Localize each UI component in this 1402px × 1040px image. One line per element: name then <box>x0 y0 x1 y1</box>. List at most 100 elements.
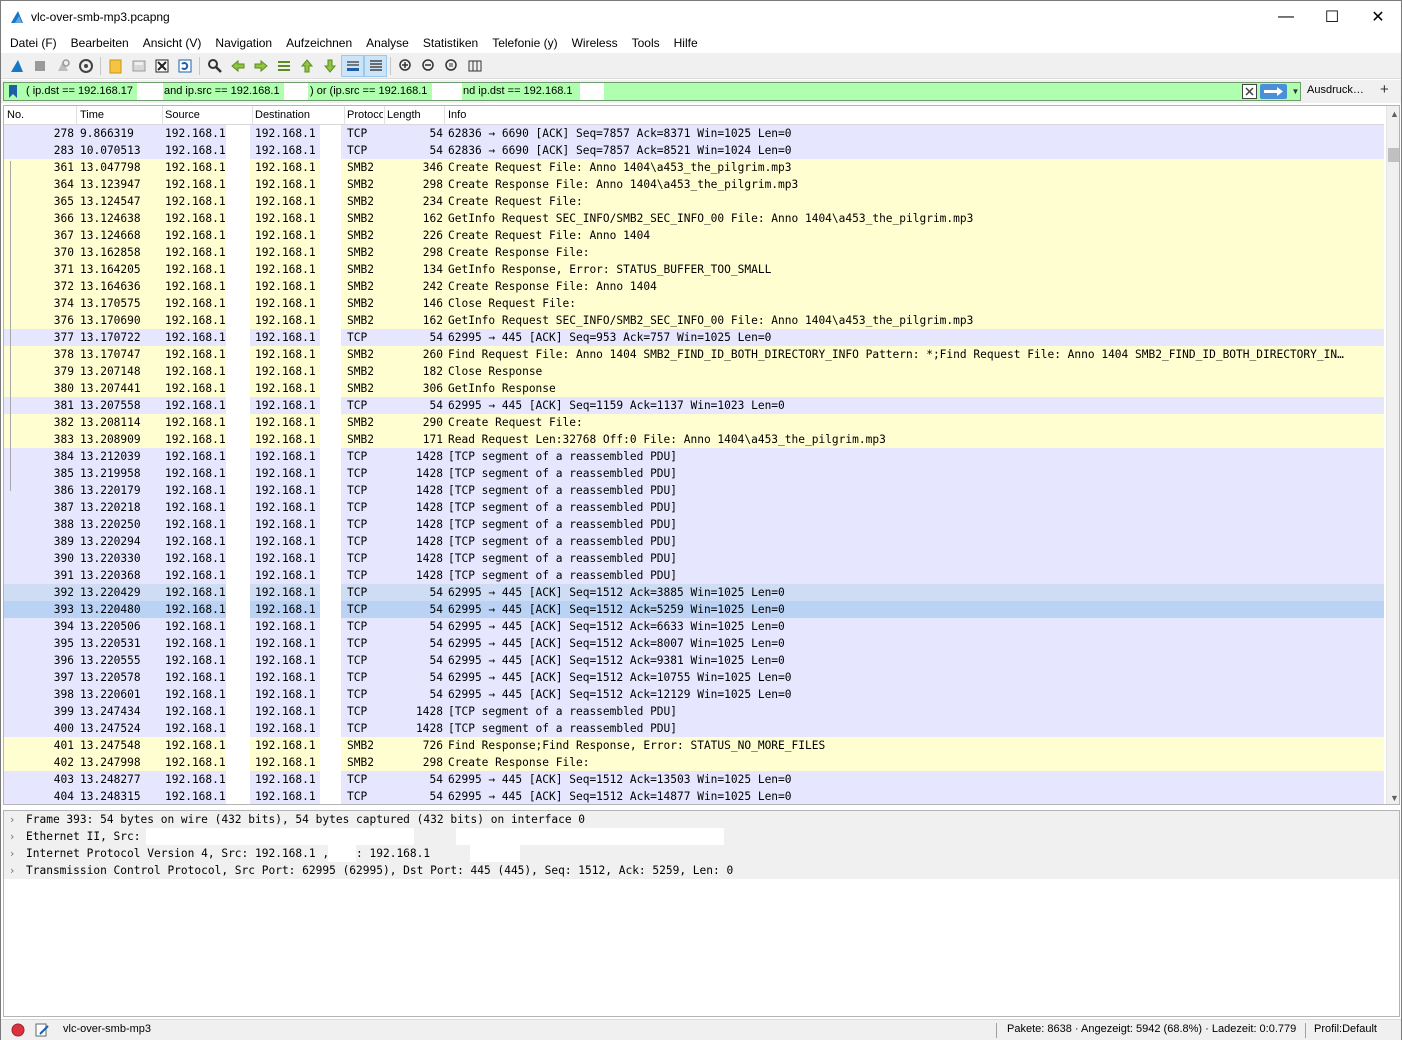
scroll-down-icon[interactable]: ▼ <box>1387 790 1399 804</box>
table-row[interactable]: 381 13.207558 192.168.1 192.168.1 TCP 54 62995… <box>4 397 1384 414</box>
table-row[interactable]: 404 13.248315 192.168.1 192.168.1 TCP 54 62995… <box>4 788 1384 804</box>
table-row[interactable]: 388 13.220250 192.168.1 192.168.1 TCP 1428 [TC… <box>4 516 1384 533</box>
restart-icon[interactable] <box>51 55 74 77</box>
table-row[interactable]: 400 13.247524 192.168.1 192.168.1 TCP 1428 [TC… <box>4 720 1384 737</box>
table-row[interactable]: 401 13.247548 192.168.1 192.168.1 SMB2 726 Fin… <box>4 737 1384 754</box>
table-row[interactable]: 366 13.124638 192.168.1 192.168.1 SMB2 162 Get… <box>4 210 1384 227</box>
table-row[interactable]: 380 13.207441 192.168.1 192.168.1 SMB2 306 Get… <box>4 380 1384 397</box>
table-row[interactable]: 399 13.247434 192.168.1 192.168.1 TCP 1428 [TC… <box>4 703 1384 720</box>
table-row[interactable]: 371 13.164205 192.168.1 192.168.1 SMB2 134 Get… <box>4 261 1384 278</box>
expand-arrow-icon[interactable]: › <box>10 845 14 862</box>
table-row[interactable]: 370 13.162858 192.168.1 192.168.1 SMB2 298 Cre… <box>4 244 1384 261</box>
packet-details-pane[interactable]: › Frame 393: 54 bytes on wire (432 bits)… <box>3 810 1400 1017</box>
status-profile[interactable]: Profil:Default <box>1314 1023 1377 1035</box>
clear-filter-icon[interactable] <box>1242 84 1257 99</box>
table-row[interactable]: 382 13.208114 192.168.1 192.168.1 SMB2 290 Cre… <box>4 414 1384 431</box>
table-row[interactable]: 372 13.164636 192.168.1 192.168.1 SMB2 242 Cre… <box>4 278 1384 295</box>
detail-row-ip[interactable]: › Internet Protocol Version 4, Src: 192.… <box>4 845 1399 862</box>
apply-filter-arrow-icon[interactable] <box>1260 84 1287 99</box>
table-row[interactable]: 389 13.220294 192.168.1 192.168.1 TCP 1428 [TC… <box>4 533 1384 550</box>
expand-arrow-icon[interactable]: › <box>10 811 14 828</box>
table-row[interactable]: 384 13.212039 192.168.1 192.168.1 TCP 1428 [TC… <box>4 448 1384 465</box>
table-row[interactable]: 387 13.220218 192.168.1 192.168.1 TCP 1428 [TC… <box>4 499 1384 516</box>
table-row[interactable]: 283 10.070513 192.168.1 192.168.1 TCP 54 62836… <box>4 142 1384 159</box>
zoom-normal-icon[interactable] <box>440 55 463 77</box>
display-filter-input[interactable]: ( ip.dst == 192.168.17 and ip.src == 192… <box>3 82 1301 101</box>
column-header-no[interactable]: No. <box>7 109 24 121</box>
detail-row-tcp[interactable]: › Transmission Control Protocol, Src Por… <box>4 862 1399 879</box>
menu-bearbeiten[interactable]: Bearbeiten <box>64 36 136 50</box>
table-row[interactable]: 376 13.170690 192.168.1 192.168.1 SMB2 162 Get… <box>4 312 1384 329</box>
resize-columns-icon[interactable] <box>463 55 486 77</box>
menu-statistiken[interactable]: Statistiken <box>416 36 485 50</box>
menu-analyse[interactable]: Analyse <box>359 36 416 50</box>
menu-tools[interactable]: Tools <box>625 36 667 50</box>
add-filter-button[interactable]: + <box>1380 81 1389 98</box>
zoom-in-icon[interactable] <box>394 55 417 77</box>
menu-ansicht[interactable]: Ansicht (V) <box>136 36 209 50</box>
options-icon[interactable] <box>74 55 97 77</box>
column-header-protocol[interactable]: Protocol <box>347 109 383 121</box>
table-row[interactable]: 391 13.220368 192.168.1 192.168.1 TCP 1428 [TC… <box>4 567 1384 584</box>
go-back-icon[interactable] <box>226 55 249 77</box>
open-file-icon[interactable] <box>104 55 127 77</box>
table-row[interactable]: 378 13.170747 192.168.1 192.168.1 SMB2 260 Fin… <box>4 346 1384 363</box>
go-forward-icon[interactable] <box>249 55 272 77</box>
table-row[interactable]: 365 13.124547 192.168.1 192.168.1 SMB2 234 Cre… <box>4 193 1384 210</box>
menu-telefonie[interactable]: Telefonie (y) <box>485 36 564 50</box>
table-row[interactable]: 364 13.123947 192.168.1 192.168.1 SMB2 298 Cre… <box>4 176 1384 193</box>
packet-list-scrollbar[interactable]: ▲ ▼ <box>1386 106 1399 804</box>
column-header-source[interactable]: Source <box>165 109 200 121</box>
stop-icon[interactable] <box>28 55 51 77</box>
filter-history-dropdown-icon[interactable]: ▼ <box>1290 84 1301 99</box>
table-row[interactable]: 393 13.220480 192.168.1 192.168.1 TCP 54 62995… <box>4 601 1384 618</box>
column-header-length[interactable]: Length <box>387 109 421 121</box>
scroll-thumb[interactable] <box>1388 148 1399 162</box>
autoscroll-icon[interactable] <box>341 54 364 77</box>
bookmark-icon[interactable] <box>8 85 18 98</box>
table-row[interactable]: 385 13.219958 192.168.1 192.168.1 TCP 1428 [TC… <box>4 465 1384 482</box>
table-row[interactable]: 394 13.220506 192.168.1 192.168.1 TCP 54 62995… <box>4 618 1384 635</box>
maximize-button[interactable]: ☐ <box>1309 1 1355 32</box>
column-header-info[interactable]: Info <box>448 109 466 121</box>
scroll-up-icon[interactable]: ▲ <box>1387 106 1399 121</box>
table-row[interactable]: 395 13.220531 192.168.1 192.168.1 TCP 54 62995… <box>4 635 1384 652</box>
detail-row-frame[interactable]: › Frame 393: 54 bytes on wire (432 bits)… <box>4 811 1399 828</box>
table-row[interactable]: 392 13.220429 192.168.1 192.168.1 TCP 54 62995… <box>4 584 1384 601</box>
close-file-icon[interactable] <box>150 55 173 77</box>
close-button[interactable]: ✕ <box>1355 1 1401 32</box>
table-row[interactable]: 361 13.047798 192.168.1 192.168.1 SMB2 346 Cre… <box>4 159 1384 176</box>
table-row[interactable]: 397 13.220578 192.168.1 192.168.1 TCP 54 62995… <box>4 669 1384 686</box>
first-packet-icon[interactable] <box>295 55 318 77</box>
expression-button[interactable]: Ausdruck… <box>1307 84 1364 96</box>
table-row[interactable]: 398 13.220601 192.168.1 192.168.1 TCP 54 62995… <box>4 686 1384 703</box>
go-to-packet-icon[interactable] <box>272 55 295 77</box>
expand-arrow-icon[interactable]: › <box>10 828 14 845</box>
minimize-button[interactable]: — <box>1263 1 1309 32</box>
table-row[interactable]: 396 13.220555 192.168.1 192.168.1 TCP 54 62995… <box>4 652 1384 669</box>
colorize-icon[interactable] <box>364 54 387 77</box>
zoom-out-icon[interactable] <box>417 55 440 77</box>
table-row[interactable]: 390 13.220330 192.168.1 192.168.1 TCP 1428 [TC… <box>4 550 1384 567</box>
column-header-time[interactable]: Time <box>80 109 104 121</box>
expert-info-error-icon[interactable] <box>11 1023 25 1037</box>
table-row[interactable]: 402 13.247998 192.168.1 192.168.1 SMB2 298 Cre… <box>4 754 1384 771</box>
shark-start-icon[interactable] <box>5 55 28 77</box>
menu-aufzeichnen[interactable]: Aufzeichnen <box>279 36 359 50</box>
menu-navigation[interactable]: Navigation <box>208 36 279 50</box>
menu-wireless[interactable]: Wireless <box>565 36 625 50</box>
last-packet-icon[interactable] <box>318 55 341 77</box>
menu-datei[interactable]: Datei (F) <box>3 36 64 50</box>
table-row[interactable]: 278 9.866319 192.168.1 192.168.1 TCP 54 62836 … <box>4 125 1384 142</box>
table-row[interactable]: 383 13.208909 192.168.1 192.168.1 SMB2 171 Rea… <box>4 431 1384 448</box>
table-row[interactable]: 374 13.170575 192.168.1 192.168.1 SMB2 146 Clo… <box>4 295 1384 312</box>
table-row[interactable]: 379 13.207148 192.168.1 192.168.1 SMB2 182 Clo… <box>4 363 1384 380</box>
menu-hilfe[interactable]: Hilfe <box>667 36 705 50</box>
table-row[interactable]: 377 13.170722 192.168.1 192.168.1 TCP 54 62995… <box>4 329 1384 346</box>
table-row[interactable]: 367 13.124668 192.168.1 192.168.1 SMB2 226 Cre… <box>4 227 1384 244</box>
expand-arrow-icon[interactable]: › <box>10 862 14 879</box>
detail-row-ethernet[interactable]: › Ethernet II, Src: , Dst: <box>4 828 1399 845</box>
column-header-destination[interactable]: Destination <box>255 109 310 121</box>
capture-comment-icon[interactable] <box>34 1022 50 1038</box>
table-row[interactable]: 403 13.248277 192.168.1 192.168.1 TCP 54 62995… <box>4 771 1384 788</box>
